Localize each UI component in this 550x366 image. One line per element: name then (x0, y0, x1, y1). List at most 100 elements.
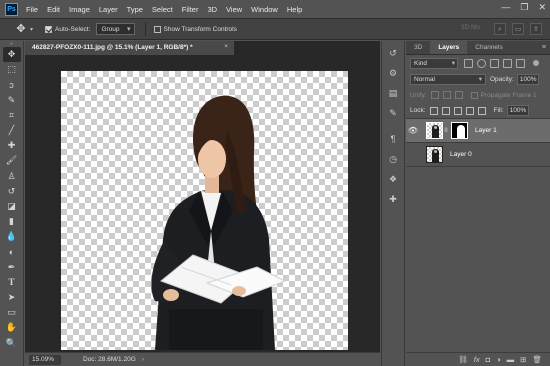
pixel-filter-icon[interactable] (464, 58, 473, 68)
divider (144, 22, 146, 36)
panel-menu-icon[interactable]: ≡ (542, 44, 546, 54)
lock-pixels-icon[interactable] (429, 106, 438, 115)
menu-filter[interactable]: Filter (182, 5, 199, 14)
document-tab[interactable]: 462827-PFOZX0-111.jpg @ 15.1% (Layer 1, … (25, 41, 235, 55)
minimize-icon[interactable]: — (501, 2, 510, 13)
eraser-tool-icon[interactable]: ◪ (3, 199, 21, 214)
type-tool-icon[interactable]: T (3, 275, 21, 290)
layer-row-layer-0[interactable]: Layer 0 (406, 143, 550, 167)
chevron-right-icon[interactable]: › (142, 356, 144, 363)
brush-tool-icon[interactable]: 🖌 (3, 153, 21, 168)
dodge-tool-icon[interactable]: ◐ (3, 244, 21, 259)
blur-tool-icon[interactable]: 💧 (3, 229, 21, 244)
adjustments-icon[interactable]: ▤ (384, 85, 402, 101)
canvas[interactable] (61, 71, 348, 350)
zoom-tool-icon[interactable]: 🔍 (3, 336, 21, 351)
hand-tool-icon[interactable]: ✋ (3, 320, 21, 335)
libraries-icon[interactable]: ❖ (384, 171, 402, 187)
workspace-icon[interactable]: ▭ (512, 23, 524, 35)
properties-icon[interactable]: ⚙ (384, 65, 402, 81)
3d-mode-label: 3D Mo (460, 24, 480, 31)
healing-brush-tool-icon[interactable]: ✚ (3, 138, 21, 153)
unify-style-icon[interactable] (454, 91, 463, 99)
menu-layer[interactable]: Layer (99, 5, 118, 14)
lock-position-icon[interactable] (453, 106, 462, 115)
auto-select-target-dropdown[interactable]: Group (96, 23, 135, 35)
move-tool-preset-icon[interactable]: ✥ (14, 22, 28, 36)
close-icon[interactable]: × (224, 43, 228, 50)
history-icon[interactable]: ↺ (384, 45, 402, 61)
lasso-tool-icon[interactable]: ↄ (3, 77, 21, 92)
blend-mode-dropdown[interactable]: Normal (410, 73, 486, 85)
fill-field[interactable]: 100% (506, 105, 529, 116)
shape-filter-icon[interactable] (503, 58, 512, 68)
link-icon[interactable]: 8 (443, 128, 449, 134)
auto-select-checkbox[interactable] (45, 25, 53, 33)
blend-mode-value: Normal (414, 75, 435, 83)
layer-mask-thumbnail[interactable] (451, 122, 468, 139)
crop-tool-icon[interactable]: ⌗ (3, 108, 21, 123)
menu-file[interactable]: File (26, 5, 38, 14)
quick-select-tool-icon[interactable]: ✎ (3, 93, 21, 108)
shape-tool-icon[interactable]: ▭ (3, 305, 21, 320)
menu-image[interactable]: Image (69, 5, 90, 14)
search-icon[interactable]: ⌕ (494, 23, 506, 35)
menu-edit[interactable]: Edit (47, 5, 60, 14)
menu-select[interactable]: Select (152, 5, 173, 14)
layer-row-layer-1[interactable]: 👁 8 Layer 1 (406, 119, 550, 143)
tab-3d[interactable]: 3D (406, 44, 430, 54)
history-brush-tool-icon[interactable]: ↺ (3, 184, 21, 199)
tab-channels[interactable]: Channels (467, 44, 510, 54)
filter-toggle-icon[interactable] (533, 60, 539, 66)
menu-type[interactable]: Type (127, 5, 143, 14)
character-icon[interactable]: ¶ (384, 131, 402, 147)
layer-name[interactable]: Layer 1 (475, 127, 497, 134)
share-icon[interactable]: ⇪ (530, 23, 542, 35)
lock-image-icon[interactable] (441, 106, 450, 115)
propagate-checkbox[interactable] (470, 91, 478, 99)
adjustment-layer-icon[interactable]: ◑ (496, 355, 501, 364)
new-group-icon[interactable]: ▬ (507, 355, 515, 364)
smart-object-filter-icon[interactable] (516, 58, 525, 68)
path-select-tool-icon[interactable]: ➤ (3, 290, 21, 305)
lock-all-icon[interactable] (477, 106, 486, 115)
fx-icon[interactable]: fx (474, 355, 480, 364)
lock-artboard-icon[interactable] (465, 106, 474, 115)
marquee-tool-icon[interactable]: ⬚ (3, 62, 21, 77)
unify-position-icon[interactable] (430, 91, 439, 99)
gradient-tool-icon[interactable]: ▮ (3, 214, 21, 229)
link-layers-icon[interactable]: ⛓ (458, 355, 468, 364)
type-filter-icon[interactable] (490, 58, 499, 68)
kind-filter-dropdown[interactable]: Kind (410, 57, 458, 69)
close-icon[interactable]: ✕ (538, 2, 546, 13)
eye-icon[interactable]: 👁 (406, 126, 420, 135)
menu-3d[interactable]: 3D (207, 5, 217, 14)
menu-window[interactable]: Window (251, 5, 278, 14)
layers-panel: 3D Layers Channels ≡ Kind Normal Opacity… (406, 41, 550, 366)
layer-name[interactable]: Layer 0 (450, 151, 472, 158)
blend-row: Normal Opacity: 100% (406, 71, 550, 87)
move-tool-icon[interactable]: ✥ (2, 47, 21, 63)
restore-icon[interactable]: ❐ (520, 2, 528, 13)
chevron-down-icon[interactable]: ▾ (30, 26, 33, 33)
adjustment-filter-icon[interactable] (477, 58, 486, 68)
options-right-icons: ⌕ ▭ ⇪ (494, 23, 542, 35)
layers-panel-footer: ⛓ fx ◘ ◑ ▬ ⊞ 🗑 (406, 352, 550, 366)
zoom-field[interactable]: 15.09% (29, 354, 61, 365)
unify-visibility-icon[interactable] (442, 91, 451, 99)
new-layer-icon[interactable]: ⊞ (520, 355, 526, 364)
layer-thumbnail (426, 122, 443, 139)
menu-help[interactable]: Help (287, 5, 302, 14)
styles-icon[interactable]: ✚ (384, 191, 402, 207)
pen-tool-icon[interactable]: ✒ (3, 260, 21, 275)
menu-view[interactable]: View (226, 5, 242, 14)
timeline-icon[interactable]: ◷ (384, 151, 402, 167)
tab-layers[interactable]: Layers (430, 41, 468, 54)
opacity-field[interactable]: 100% (516, 73, 539, 85)
brush-settings-icon[interactable]: ✎ (384, 105, 402, 121)
add-mask-icon[interactable]: ◘ (486, 355, 491, 364)
transform-controls-checkbox[interactable] (153, 25, 161, 33)
clone-stamp-tool-icon[interactable]: ♙ (3, 169, 21, 184)
eyedropper-tool-icon[interactable]: ╱ (3, 123, 21, 138)
trash-icon[interactable]: 🗑 (532, 355, 542, 364)
